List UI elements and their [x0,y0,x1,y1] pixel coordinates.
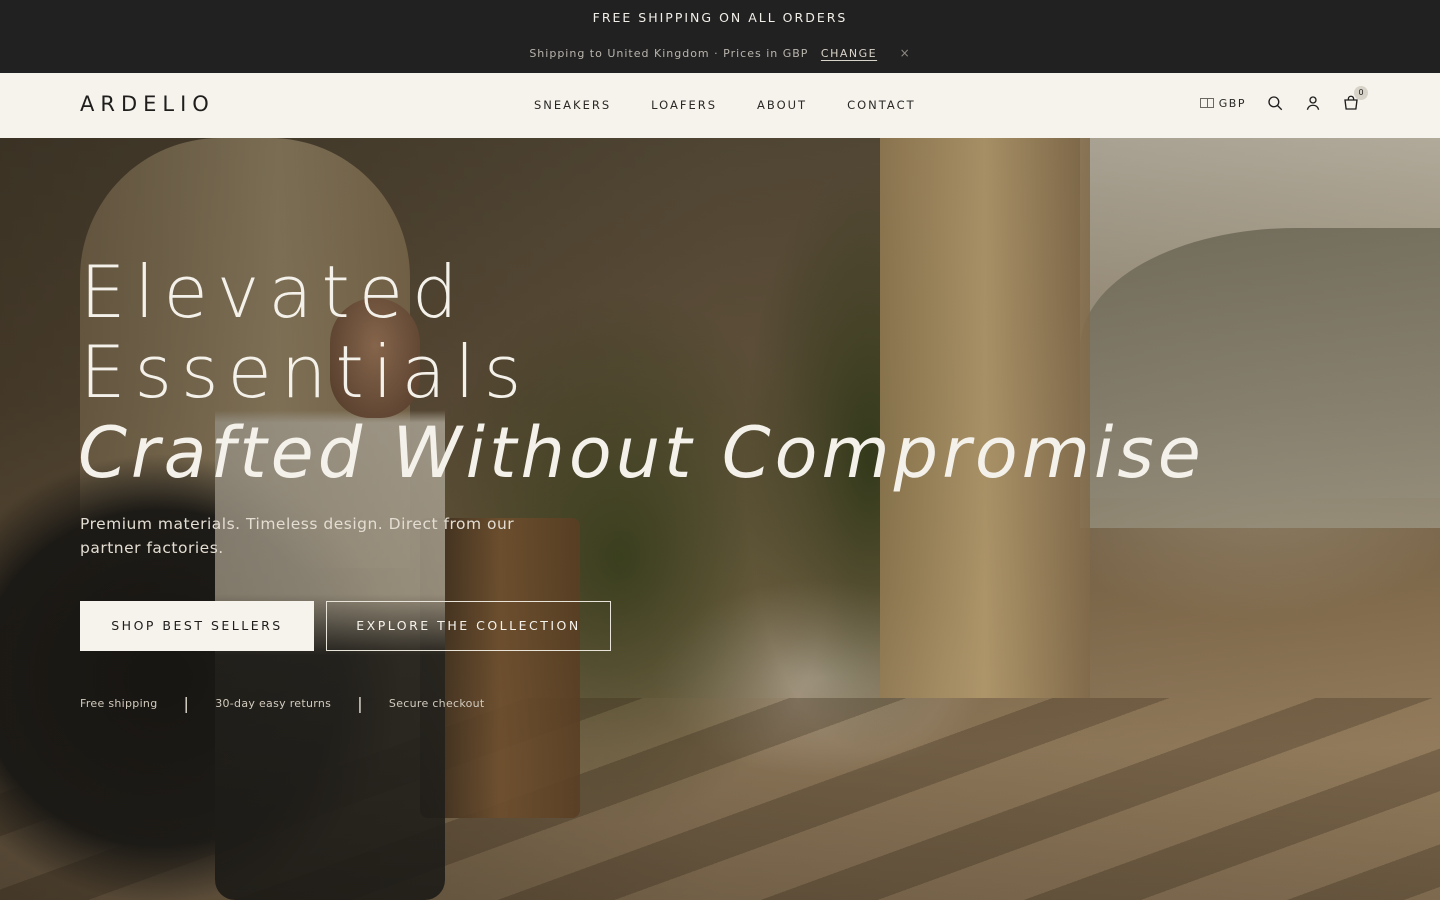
cart-count-badge: 0 [1354,86,1368,100]
logo[interactable]: ARDELIO [80,92,215,116]
main-nav: SNEAKERS LOAFERS ABOUT CONTACT [534,98,916,112]
explore-collection-button[interactable]: EXPLORE THE COLLECTION [326,601,611,651]
trust-item-returns: 30-day easy returns [215,697,332,710]
hero-title-line-1: Elevated [80,250,467,334]
flag-icon [1199,98,1214,108]
divider: | [183,694,190,713]
change-region-link[interactable]: CHANGE [821,47,877,60]
currency-selector[interactable]: GBP [1199,96,1246,110]
trust-item-free-shipping: Free shipping [80,697,158,710]
header-tools: GBP 0 [1199,86,1368,112]
nav-item-sneakers[interactable]: SNEAKERS [534,98,611,112]
site-header: ARDELIO SNEAKERS LOAFERS ABOUT CONTACT G… [0,73,1440,138]
search-icon[interactable] [1266,94,1284,112]
nav-item-loafers[interactable]: LOAFERS [651,98,717,112]
cart-icon[interactable]: 0 [1342,86,1368,112]
shipping-text: Shipping to United Kingdom · Prices in G… [529,47,809,60]
account-icon[interactable] [1304,94,1322,112]
nav-item-contact[interactable]: CONTACT [847,98,916,112]
announcement-text: FREE SHIPPING ON ALL ORDERS [592,10,848,25]
close-icon[interactable]: × [900,46,911,60]
nav-item-about[interactable]: ABOUT [757,98,807,112]
divider: | [357,694,363,713]
shop-best-sellers-button[interactable]: SHOP BEST SELLERS [80,601,314,651]
announcement-bar: FREE SHIPPING ON ALL ORDERS Shipping to … [0,0,1440,73]
hero-headline: Elevated Essentials Crafted Without Comp… [78,250,1205,494]
shipping-info: Shipping to United Kingdom · Prices in G… [0,46,1440,60]
hero-subtitle: Premium materials. Timeless design. Dire… [80,515,515,557]
hero-title-line-2: Essentials [80,330,531,414]
hero-title-line-3: Crafted Without Compromise [78,412,1205,494]
currency-label: GBP [1218,96,1246,110]
trust-item-secure-checkout: Secure checkout [388,697,485,710]
trust-badges: Free shipping | 30-day easy returns | Se… [80,694,485,713]
